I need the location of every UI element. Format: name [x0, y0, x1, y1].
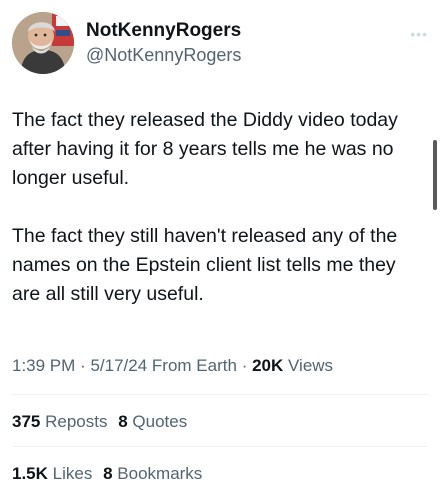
views-count: 20K: [252, 356, 284, 375]
divider: [12, 394, 428, 395]
likes-count[interactable]: 1.5K: [12, 464, 48, 483]
tweet-header: NotKennyRogers @NotKennyRogers: [12, 12, 241, 74]
tweet: NotKennyRogers @NotKennyRogers ••• The f…: [0, 0, 440, 500]
avatar-image: [12, 12, 74, 74]
divider: [12, 446, 428, 447]
scrollbar[interactable]: [433, 140, 437, 210]
repost-quote-stats: 375 Reposts 8 Quotes: [12, 412, 187, 432]
reposts-count[interactable]: 375: [12, 412, 40, 431]
tweet-date[interactable]: 5/17/24: [90, 356, 147, 375]
author-display-name[interactable]: NotKennyRogers: [86, 19, 241, 43]
views-label: Views: [288, 356, 334, 375]
bookmarks-count[interactable]: 8: [103, 464, 112, 483]
meta-separator: ·: [80, 356, 86, 375]
likes-label[interactable]: Likes: [53, 464, 93, 483]
author-handle[interactable]: @NotKennyRogers: [86, 43, 241, 67]
like-bookmark-stats: 1.5K Likes 8 Bookmarks: [12, 464, 202, 484]
tweet-paragraph: The fact they still haven't released any…: [12, 225, 398, 305]
quotes-count[interactable]: 8: [118, 412, 127, 431]
meta-separator: ·: [241, 356, 248, 375]
bookmarks-label[interactable]: Bookmarks: [117, 464, 202, 483]
tweet-paragraph: The fact they released the Diddy video t…: [12, 109, 398, 189]
avatar[interactable]: [12, 12, 74, 74]
tweet-time[interactable]: 1:39 PM: [12, 356, 75, 375]
author-names: NotKennyRogers @NotKennyRogers: [86, 19, 241, 67]
more-dots-icon[interactable]: •••: [410, 26, 428, 42]
quotes-label[interactable]: Quotes: [132, 412, 187, 431]
tweet-meta: 1:39 PM · 5/17/24 From Earth · 20K Views: [12, 356, 333, 376]
tweet-source: From Earth: [151, 356, 237, 375]
tweet-text: The fact they released the Diddy video t…: [12, 106, 422, 309]
reposts-label[interactable]: Reposts: [45, 412, 107, 431]
